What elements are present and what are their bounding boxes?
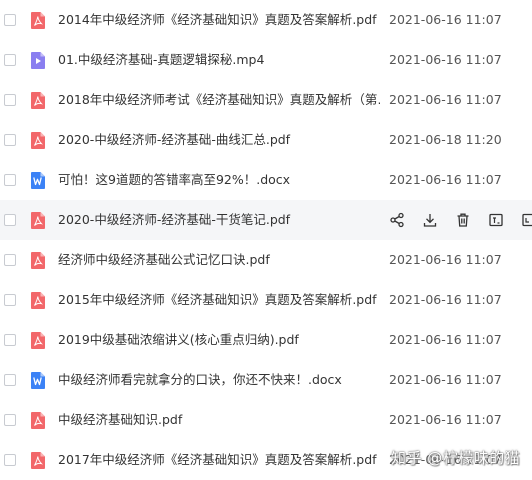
file-date: 2021-06-16 11:07 (389, 412, 502, 427)
file-row[interactable]: 2019中级基础浓缩讲义(核心重点归纳).pdf 2021-06-16 11:0… (0, 320, 532, 360)
row-checkbox[interactable] (4, 334, 16, 346)
file-name[interactable]: 经济师中级经济基础公式记忆口诀.pdf (58, 240, 380, 280)
file-date: 2021-06-16 11:07 (389, 12, 502, 27)
pdf-icon (30, 132, 46, 149)
file-name[interactable]: 中级经济师看完就拿分的口诀，你还不快来！.docx (58, 360, 380, 400)
row-checkbox[interactable] (4, 54, 16, 66)
file-name[interactable]: 2017年中级经济师《经济基础知识》真题及答案解析.pdf (58, 440, 380, 480)
pdf-icon (30, 292, 46, 309)
pdf-icon (30, 332, 46, 349)
word-icon (30, 172, 46, 189)
file-row[interactable]: 2015年中级经济师《经济基础知识》真题及答案解析.pdf 2021-06-16… (0, 280, 532, 320)
file-date: 2021-06-16 11:07 (389, 372, 502, 387)
file-name[interactable]: 2015年中级经济师《经济基础知识》真题及答案解析.pdf (58, 280, 380, 320)
word-icon (30, 372, 46, 389)
file-name[interactable]: 中级经济基础知识.pdf (58, 400, 380, 440)
download-icon[interactable] (421, 211, 439, 229)
pdf-icon (30, 252, 46, 269)
file-row[interactable]: 可怕！这9道题的答错率高至92%！.docx 2021-06-16 11:07 (0, 160, 532, 200)
file-row[interactable]: 2018年中级经济师考试《经济基础知识》真题及解析（第… 2021-06-16 … (0, 80, 532, 120)
file-name[interactable]: 可怕！这9道题的答错率高至92%！.docx (58, 160, 380, 200)
row-checkbox[interactable] (4, 454, 16, 466)
file-name[interactable]: 2020-中级经济师-经济基础-干货笔记.pdf (58, 200, 380, 240)
file-row[interactable]: 01.中级经济基础-真题逻辑探秘.mp4 2021-06-16 11:07 (0, 40, 532, 80)
file-row[interactable]: 经济师中级经济基础公式记忆口诀.pdf 2021-06-16 11:07 (0, 240, 532, 280)
pdf-icon (30, 212, 46, 229)
file-name[interactable]: 2018年中级经济师考试《经济基础知识》真题及解析（第… (58, 80, 380, 120)
file-name[interactable]: 2020-中级经济师-经济基础-曲线汇总.pdf (58, 120, 380, 160)
share-icon[interactable] (388, 211, 406, 229)
pdf-icon (30, 92, 46, 109)
pdf-icon (30, 452, 46, 469)
row-checkbox[interactable] (4, 14, 16, 26)
file-row[interactable]: 中级经济基础知识.pdf 2021-06-16 11:07 (0, 400, 532, 440)
copy-icon[interactable] (487, 211, 505, 229)
file-list: 2014年中级经济师《经济基础知识》真题及答案解析.pdf 2021-06-16… (0, 0, 532, 480)
video-icon (30, 52, 46, 69)
row-checkbox[interactable] (4, 94, 16, 106)
file-row[interactable]: 2014年中级经济师《经济基础知识》真题及答案解析.pdf 2021-06-16… (0, 0, 532, 40)
row-checkbox[interactable] (4, 374, 16, 386)
file-date: 2021-06-16 11:07 (389, 292, 502, 307)
row-checkbox[interactable] (4, 134, 16, 146)
file-date: 2021-06-16 11:07 (389, 252, 502, 267)
file-row[interactable]: 中级经济师看完就拿分的口诀，你还不快来！.docx 2021-06-16 11:… (0, 360, 532, 400)
file-date: 2021-06-16 11:07 (389, 92, 502, 107)
watermark: 知乎 @柠檬味的猫 (391, 449, 521, 467)
file-row[interactable]: 2020-中级经济师-经济基础-曲线汇总.pdf 2021-06-18 11:2… (0, 120, 532, 160)
delete-icon[interactable] (454, 211, 472, 229)
file-date: 2021-06-18 11:20 (389, 132, 502, 147)
file-date: 2021-06-16 11:07 (389, 332, 502, 347)
row-actions (388, 211, 532, 229)
pdf-icon (30, 12, 46, 29)
file-name[interactable]: 2014年中级经济师《经济基础知识》真题及答案解析.pdf (58, 0, 380, 40)
file-name[interactable]: 01.中级经济基础-真题逻辑探秘.mp4 (58, 40, 380, 80)
file-name[interactable]: 2019中级基础浓缩讲义(核心重点归纳).pdf (58, 320, 380, 360)
file-date: 2021-06-16 11:07 (389, 172, 502, 187)
row-checkbox[interactable] (4, 174, 16, 186)
row-checkbox[interactable] (4, 294, 16, 306)
row-checkbox[interactable] (4, 414, 16, 426)
row-checkbox[interactable] (4, 214, 16, 226)
file-row-hovered[interactable]: 2020-中级经济师-经济基础-干货笔记.pdf (0, 200, 532, 240)
more-icon[interactable] (520, 211, 532, 229)
pdf-icon (30, 412, 46, 429)
file-date: 2021-06-16 11:07 (389, 52, 502, 67)
row-checkbox[interactable] (4, 254, 16, 266)
